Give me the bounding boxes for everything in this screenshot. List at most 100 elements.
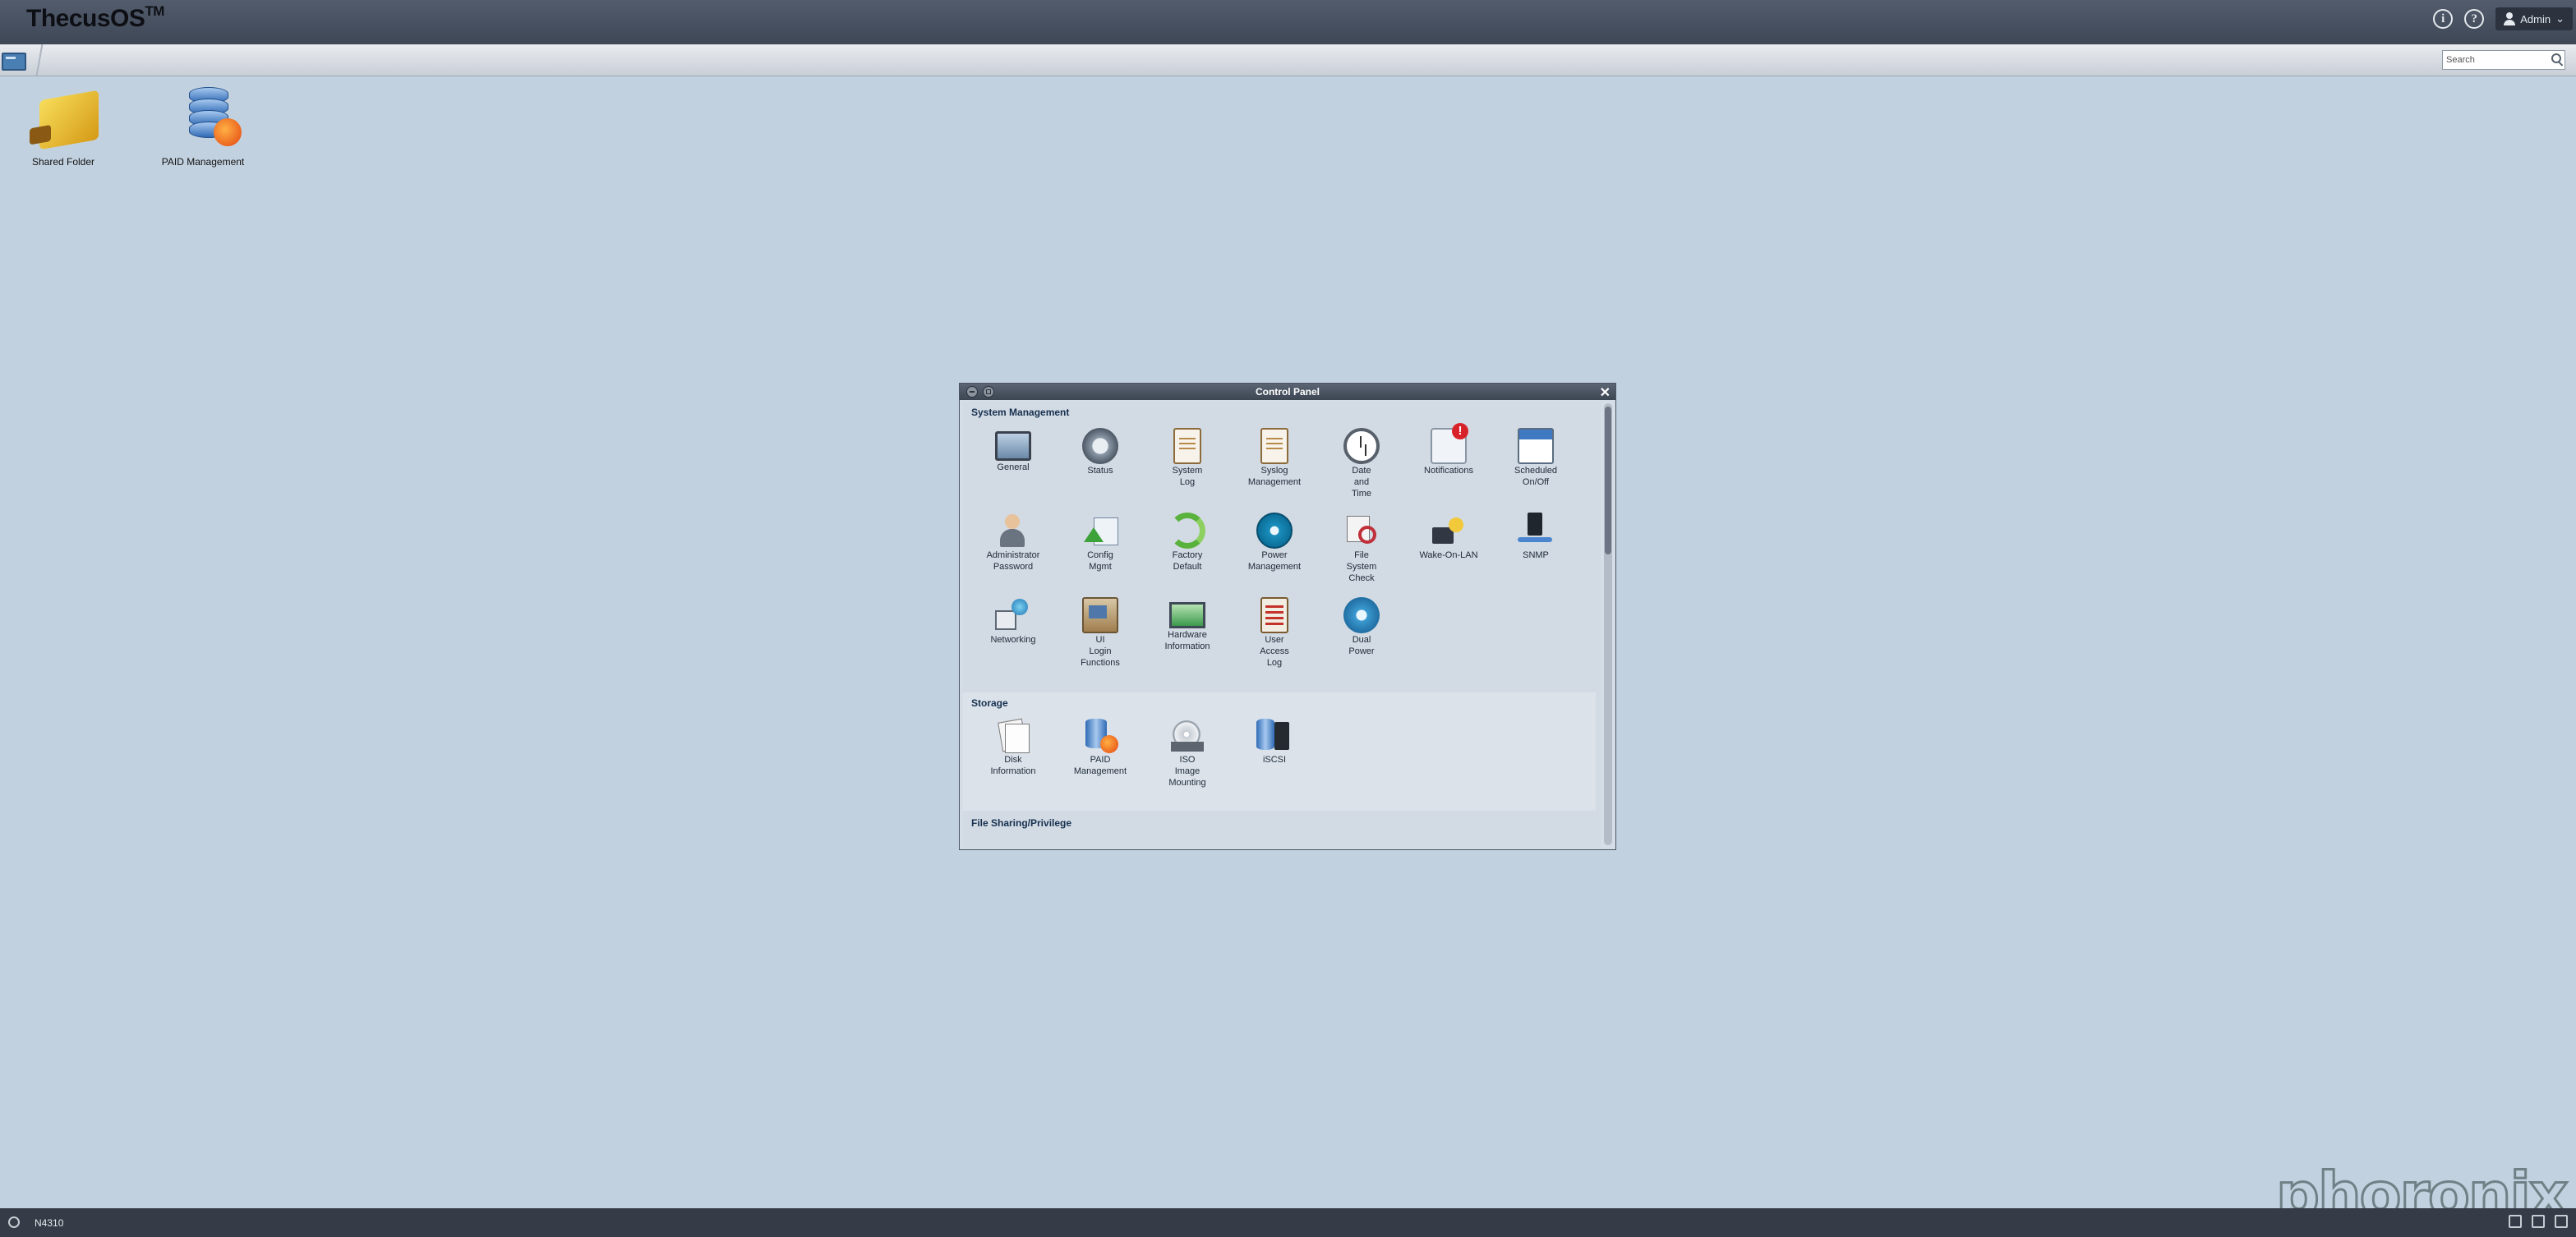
raid-icon (1082, 717, 1118, 753)
iscsi-icon (1256, 717, 1293, 753)
cp-item-disk-information[interactable]: Disk Information (972, 717, 1054, 777)
cp-item-snmp[interactable]: SNMP (1495, 513, 1577, 561)
item-label: File System Check (1346, 550, 1377, 583)
cp-item-wake-on-lan[interactable]: Wake-On-LAN (1408, 513, 1490, 561)
cp-item-file-system-check[interactable]: File System Check (1320, 513, 1403, 584)
syslog-icon (1260, 428, 1288, 464)
item-label: Hardware Information (1164, 630, 1210, 651)
cp-item-dual-power[interactable]: Dual Power (1320, 597, 1403, 657)
item-label: Disk Information (990, 755, 1036, 776)
toolbar-divider (33, 44, 46, 76)
snmp-icon (1518, 513, 1554, 549)
folder-icon (39, 90, 99, 150)
item-label: Status (1087, 466, 1113, 476)
power-icon[interactable] (8, 1216, 20, 1228)
network-tray-icon[interactable] (2555, 1215, 2568, 1228)
cp-item-factory-default[interactable]: Factory Default (1146, 513, 1228, 573)
item-label: Dual Power (1348, 635, 1375, 656)
scrollbar[interactable] (1604, 403, 1612, 845)
close-icon[interactable]: ✕ (1600, 384, 1611, 401)
item-label: Notifications (1424, 466, 1473, 476)
help-icon[interactable]: ? (2464, 9, 2485, 29)
user-icon (2504, 12, 2516, 25)
cp-item-iso-image-mounting[interactable]: ISO Image Mounting (1146, 717, 1228, 789)
cp-item-networking[interactable]: Networking (972, 597, 1054, 646)
control-panel-content: System Management General Status System … (963, 402, 1601, 848)
item-label: Power Management (1247, 550, 1302, 572)
cp-item-hardware-information[interactable]: Hardware Information (1146, 597, 1228, 652)
item-label: Scheduled On/Off (1514, 466, 1557, 487)
wake-on-lan-icon (1431, 513, 1467, 549)
disk-tray-icon[interactable] (2532, 1215, 2545, 1228)
schedule-icon (1518, 428, 1554, 464)
admin-icon (995, 513, 1031, 549)
item-label: Config Mgmt (1087, 550, 1113, 572)
cp-item-administrator-password[interactable]: Administrator Password (972, 513, 1054, 573)
item-label: ISO Image Mounting (1168, 755, 1206, 788)
desktop-icon-label: PAID Management (161, 156, 245, 168)
iso-icon (1169, 717, 1205, 753)
user-name: Admin (2520, 12, 2551, 25)
network-icon (995, 597, 1031, 633)
section-title: System Management (971, 407, 1070, 418)
cp-item-notifications[interactable]: Notifications (1408, 423, 1490, 476)
cp-item-user-access-log[interactable]: User Access Log (1233, 597, 1316, 669)
desktop-icon-shared-folder[interactable]: Shared Folder (2, 87, 125, 168)
window-title: Control Panel (1255, 386, 1320, 398)
general-icon (995, 431, 1031, 461)
host-name: N4310 (35, 1217, 64, 1229)
item-label: UI Login Functions (1081, 635, 1120, 668)
desktop-icon-raid-management[interactable]: PAID Management (141, 87, 265, 168)
section-file-sharing: File Sharing/Privilege (963, 812, 1596, 848)
notifications-icon (1431, 423, 1468, 464)
config-icon (1082, 513, 1118, 549)
item-label: General (997, 462, 1030, 472)
search-field[interactable] (2442, 50, 2565, 70)
item-label: User Access Log (1260, 635, 1289, 668)
item-label: iSCSI (1262, 755, 1287, 765)
cp-item-status[interactable]: Status (1059, 428, 1141, 476)
cp-item-raid-management[interactable]: PAID Management (1059, 717, 1141, 777)
cp-item-system-log[interactable]: System Log (1146, 428, 1228, 488)
disk-icon (995, 717, 1031, 753)
item-label: Administrator Password (986, 550, 1040, 572)
search-input[interactable] (2446, 53, 2543, 67)
item-label: Networking (990, 635, 1036, 645)
cp-item-general[interactable]: General (972, 428, 1054, 473)
stethoscope-icon (1343, 513, 1380, 549)
recycle-icon (1169, 513, 1205, 549)
item-label: Factory Default (1172, 550, 1203, 572)
section-title: File Sharing/Privilege (971, 817, 1072, 829)
user-menu-button[interactable]: Admin ⌄ (2495, 7, 2573, 30)
show-desktop-button[interactable] (0, 48, 30, 72)
cp-item-scheduled-on-off[interactable]: Scheduled On/Off (1495, 428, 1577, 488)
login-icon (1082, 597, 1118, 633)
window-titlebar[interactable]: Control Panel ✕ (960, 384, 1615, 400)
cp-item-ui-login-functions[interactable]: UI Login Functions (1059, 597, 1141, 669)
scrollbar-thumb[interactable] (1605, 407, 1611, 554)
raid-icon (189, 87, 242, 146)
info-icon[interactable]: i (2433, 9, 2454, 29)
cp-item-date-time[interactable]: Date and Time (1320, 428, 1403, 499)
clipboard-icon (1260, 597, 1288, 633)
system-tray (2509, 1215, 2568, 1228)
control-panel-window: Control Panel ✕ System Management Genera… (959, 383, 1616, 850)
item-label: SNMP (1523, 550, 1549, 560)
top-bar: ThecusOSTM i ? Admin ⌄ (0, 0, 2576, 44)
cp-item-power-management[interactable]: Power Management (1233, 513, 1316, 573)
search-icon[interactable] (2551, 53, 2561, 63)
storage-tray-icon[interactable] (2509, 1215, 2522, 1228)
cp-item-syslog-management[interactable]: Syslog Management (1233, 428, 1316, 488)
cp-item-config-mgmt[interactable]: Config Mgmt (1059, 513, 1141, 573)
cp-item-iscsi[interactable]: iSCSI (1233, 717, 1316, 766)
dual-power-icon (1343, 597, 1380, 633)
item-label: Date and Time (1351, 466, 1372, 499)
taskbar: N4310 (0, 1208, 2576, 1237)
item-label: Wake-On-LAN (1419, 550, 1478, 560)
desktop-toolbar (0, 44, 2576, 76)
chevron-down-icon: ⌄ (2555, 12, 2564, 25)
system-log-icon (1173, 428, 1201, 464)
section-storage: Storage Disk Information PAID Management… (963, 692, 1596, 811)
power-icon (1256, 513, 1293, 549)
clock-icon (1343, 428, 1380, 464)
